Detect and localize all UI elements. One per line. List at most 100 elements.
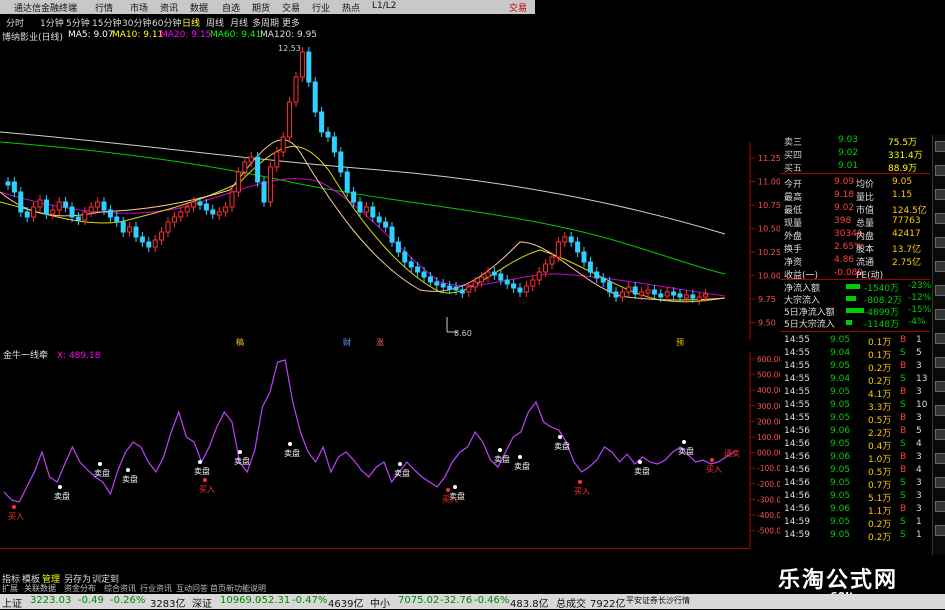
candle-body	[69, 206, 75, 218]
candle-body	[415, 266, 421, 273]
bottom-tab2[interactable]: 扩展	[2, 583, 18, 594]
bottom-tab2[interactable]: 关联数据	[24, 583, 56, 594]
stats-row: 最低 9.02 市值 124.5亿	[780, 203, 930, 216]
sidebar-tool-icon[interactable]	[935, 357, 945, 368]
signal-dot	[58, 485, 62, 489]
sidebar-tool-icon[interactable]	[935, 213, 945, 224]
sidebar-tool-icon[interactable]	[935, 525, 945, 536]
menu-item[interactable]: L1/L2	[372, 1, 397, 11]
index-label[interactable]: 深证	[192, 595, 212, 610]
candle-body	[690, 294, 696, 299]
tick-time: 14:56	[784, 478, 810, 488]
sidebar-tool-icon[interactable]	[935, 405, 945, 416]
indicator-chart[interactable]: 600.00 500.00 400.00 300.00 200.00 100.00 000.…	[0, 352, 780, 547]
price-chart[interactable]: 11.2511.0010.7510.5010.2510.009.759.509.…	[0, 42, 780, 342]
candle-body	[600, 277, 606, 283]
tick-n: 4	[916, 439, 922, 449]
sidebar-tool-icon[interactable]	[935, 309, 945, 320]
event-marker[interactable]: 涨	[376, 337, 384, 347]
tick-vol: 0.1万	[868, 351, 892, 361]
candle-body	[235, 171, 241, 193]
buy-signal-label: 买入	[706, 465, 722, 474]
period-item[interactable]: 更多	[282, 16, 300, 29]
event-marker[interactable]: 稿	[236, 337, 244, 347]
tick-row: 14:56 9.05 0.7万 S 3	[780, 478, 930, 491]
tick-n: 1	[916, 530, 922, 540]
stats-label: 总量	[856, 219, 875, 229]
menu-item[interactable]: 期货	[252, 1, 270, 14]
sidebar-tool-icon[interactable]	[935, 165, 945, 176]
ma-label: MA60: 9.41	[210, 30, 262, 40]
sidebar-tool-icon[interactable]	[935, 501, 945, 512]
index-label[interactable]: 中小	[370, 595, 390, 610]
menu-item[interactable]: 市场	[130, 1, 148, 14]
sidebar-tool-icon[interactable]	[935, 453, 945, 464]
period-item-selected[interactable]: 日线	[182, 16, 200, 29]
stats-value: 77763	[892, 216, 921, 226]
period-item[interactable]: 多周期	[252, 16, 279, 29]
event-marker[interactable]: 财	[343, 337, 351, 347]
price-axis-ticks: 11.2511.0010.7510.5010.2510.009.759.509.…	[750, 154, 780, 328]
menu-item[interactable]: 自选	[222, 1, 240, 14]
signal-dot	[558, 435, 562, 439]
period-item[interactable]: 60分钟	[152, 16, 181, 29]
bottom-tab2[interactable]: 首页新功能说明	[210, 583, 266, 594]
tick-vol: 1.1万	[868, 507, 892, 517]
sidebar-tool-icon[interactable]	[935, 141, 945, 152]
bottom-tab2[interactable]: 行业资讯	[140, 583, 172, 594]
candle-body	[543, 263, 549, 273]
sidebar-tool-icon[interactable]	[935, 189, 945, 200]
tick-bs: S	[900, 374, 906, 384]
tick-time: 14:55	[784, 400, 810, 410]
tick-vol: 4.1万	[868, 390, 892, 400]
menu-item[interactable]: 热点	[342, 1, 360, 14]
bottom-tab2[interactable]: 综合资讯	[104, 583, 136, 594]
period-item[interactable]: 5分钟	[66, 16, 90, 29]
stats-label: 今开	[784, 180, 803, 190]
tick-time: 14:56	[784, 504, 810, 514]
sidebar-tool-icon[interactable]	[935, 261, 945, 272]
stats-label: 外盘	[784, 232, 803, 242]
bottom-tab2[interactable]: 资金分布	[64, 583, 96, 594]
sidebar-tool-icon[interactable]	[935, 477, 945, 488]
sidebar-tool-icon[interactable]	[935, 285, 945, 296]
period-item[interactable]: 月线	[230, 16, 248, 29]
stats-row: 外盘 30346 内盘 42417	[780, 229, 930, 242]
sell-signal-label: 卖盘	[678, 446, 694, 456]
signal-dot	[498, 448, 502, 452]
period-item[interactable]: 30分钟	[122, 16, 151, 29]
period-item[interactable]: 周线	[206, 16, 224, 29]
period-item[interactable]: 1分钟	[40, 16, 64, 29]
stats-value: 9.18	[834, 190, 855, 200]
menu-item[interactable]: 资讯	[160, 1, 178, 14]
trade-button[interactable]: 交易	[509, 1, 527, 14]
tick-n: 4	[916, 465, 922, 475]
bottom-tab2[interactable]: 互动问答	[176, 583, 208, 594]
signal-dot	[288, 442, 292, 446]
period-item[interactable]: 分时	[6, 16, 24, 29]
sidebar-tool-icon[interactable]	[935, 429, 945, 440]
tick-price: 9.05	[830, 491, 851, 501]
sidebar-tool-icon[interactable]	[935, 237, 945, 248]
menu-item[interactable]: 交易	[282, 1, 300, 14]
sidebar-tool-icon[interactable]	[935, 333, 945, 344]
stats-value: 9.05	[892, 177, 913, 187]
flow-pct: -4%	[908, 317, 926, 327]
menu-item[interactable]: 行情	[95, 1, 113, 14]
tick-n: 13	[916, 374, 928, 384]
event-marker[interactable]: 预	[676, 337, 684, 347]
menu-item[interactable]: 行业	[312, 1, 330, 14]
candle-body	[504, 279, 510, 285]
tick-bs: S	[900, 478, 906, 488]
candle-body	[56, 201, 62, 211]
menu-item[interactable]: 数据	[190, 1, 208, 14]
candle-body	[229, 191, 235, 208]
candle-body	[242, 161, 248, 173]
tick-row: 14:56 9.06 2.2万 B 5	[780, 426, 930, 439]
sidebar-tool-icon[interactable]	[935, 381, 945, 392]
index-label[interactable]: 上证	[2, 595, 22, 610]
flow-row: 5日净流入额 -4899万 -15%	[780, 305, 931, 318]
tick-price: 9.04	[830, 374, 851, 384]
period-item[interactable]: 15分钟	[92, 16, 121, 29]
candle-body	[293, 76, 299, 103]
